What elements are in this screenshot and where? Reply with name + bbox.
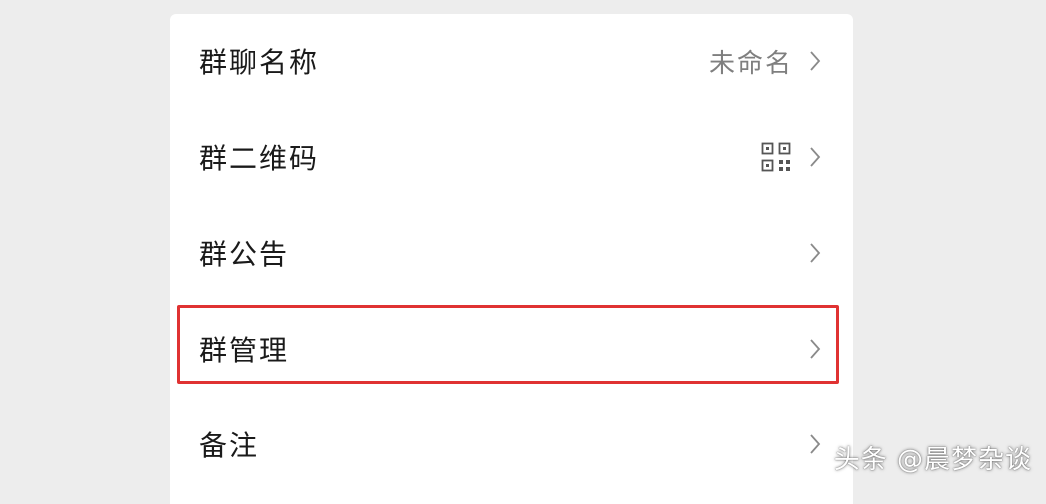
settings-row-group-announcement[interactable]: 群公告 [170, 206, 853, 300]
group-management-label: 群管理 [199, 334, 290, 367]
group-announcement-label: 群公告 [199, 238, 290, 271]
group-announcement-right [809, 242, 821, 264]
settings-row-group-name[interactable]: 群聊名称 未命名 [170, 14, 853, 108]
group-name-right: 未命名 [709, 43, 821, 80]
remark-label: 备注 [199, 429, 260, 462]
settings-row-group-qr[interactable]: 群二维码 [170, 110, 853, 204]
chevron-right-icon [810, 434, 821, 454]
group-name-value: 未命名 [708, 48, 793, 79]
qr-code-icon [761, 142, 791, 172]
group-settings-card: 群聊名称 未命名 群二维码 群公告 群管理 备注 [170, 14, 853, 504]
group-qr-label: 群二维码 [199, 142, 320, 175]
chevron-right-icon [810, 51, 821, 71]
remark-right [809, 433, 821, 455]
group-management-right [809, 338, 821, 360]
chevron-right-icon [810, 147, 821, 167]
group-qr-right [761, 142, 821, 172]
chevron-right-icon [810, 243, 821, 263]
watermark: 头条 @晨梦杂谈 [833, 445, 1032, 475]
settings-row-remark[interactable]: 备注 [170, 397, 853, 491]
chevron-right-icon [810, 339, 821, 359]
group-name-label: 群聊名称 [199, 46, 320, 79]
settings-row-group-management[interactable]: 群管理 [170, 302, 853, 396]
